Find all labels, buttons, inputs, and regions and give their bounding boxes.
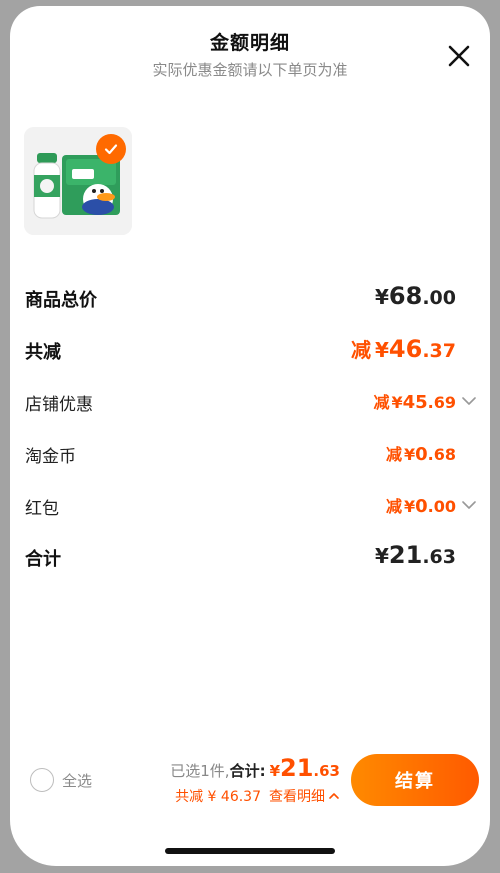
amount-detail-sheet: 金额明细 实际优惠金额请以下单页为准 商品总价 ¥ 68 .00 共减 减 ¥ … [10, 6, 490, 866]
checkout-button[interactable]: 结算 [351, 754, 479, 806]
currency-symbol: ¥ [391, 393, 403, 412]
shop-discount-value: 减 ¥ 45 .69 [373, 389, 456, 413]
amount-integer: 21 [388, 541, 423, 569]
currency-symbol: ¥ [375, 338, 389, 362]
footer-currency: ¥ [269, 762, 281, 780]
selected-checkmark-icon[interactable] [96, 134, 126, 164]
discount-prefix: 减 [385, 445, 402, 464]
total-discount-label: 共减 [25, 342, 61, 363]
discount-prefix: 减 [373, 393, 390, 412]
taojinbi-value: 减 ¥ 0 .68 [386, 441, 456, 465]
amount-integer: 0 [415, 496, 428, 517]
total-discount-value: 减 ¥ 46 .37 [351, 334, 456, 363]
row-total: 合计 ¥ 21 .63 [10, 541, 490, 571]
discount-prefix: 减 [385, 497, 402, 516]
amount-decimal: .37 [422, 340, 456, 362]
chevron-down-icon[interactable] [462, 396, 476, 406]
select-all-toggle[interactable]: 全选 [30, 768, 92, 792]
row-red-packet[interactable]: 红包 减 ¥ 0 .00 [10, 490, 490, 520]
chevron-down-icon[interactable] [462, 500, 476, 510]
row-taojinbi: 淘金币 减 ¥ 0 .68 [10, 438, 490, 468]
row-subtotal: 商品总价 ¥ 68 .00 [10, 282, 490, 312]
total-value: ¥ 21 .63 [375, 541, 456, 569]
sheet-subtitle: 实际优惠金额请以下单页为准 [152, 61, 348, 79]
amount-integer: 45 [402, 392, 428, 413]
taojinbi-label: 淘金币 [25, 447, 76, 467]
amount-integer: 68 [388, 282, 423, 310]
shop-discount-label: 店铺优惠 [25, 395, 93, 415]
footer-discount-text: 共减 ¥ 46.37 [175, 789, 261, 805]
footer-total-decimal: .63 [313, 762, 340, 780]
discount-prefix: 减 [351, 338, 371, 362]
amount-decimal: .00 [427, 497, 456, 516]
order-summary: 已选1件, 合计: ¥ 21 .63 共减 ¥ 46.37 查看明细 [170, 754, 340, 806]
summary-total-line: 已选1件, 合计: ¥ 21 .63 [170, 754, 340, 782]
view-detail-link[interactable]: 查看明细 [269, 786, 325, 806]
currency-symbol: ¥ [403, 497, 416, 516]
currency-symbol: ¥ [375, 544, 389, 568]
select-all-radio[interactable] [30, 768, 54, 792]
amount-decimal: .69 [427, 393, 456, 412]
amount-decimal: .68 [427, 445, 456, 464]
summary-discount-line[interactable]: 共减 ¥ 46.37 查看明细 [170, 786, 340, 806]
red-packet-value: 减 ¥ 0 .00 [386, 493, 456, 517]
currency-symbol: ¥ [375, 285, 389, 309]
chevron-up-icon[interactable] [328, 791, 340, 801]
select-all-label: 全选 [62, 771, 93, 790]
sheet-title: 金额明细 [209, 32, 290, 54]
amount-integer: 46 [388, 335, 423, 363]
subtotal-label: 商品总价 [25, 290, 97, 311]
close-icon[interactable] [446, 43, 472, 69]
sheet-header: 金额明细 实际优惠金额请以下单页为准 [10, 28, 490, 80]
home-indicator[interactable] [165, 848, 335, 854]
amount-decimal: .63 [422, 546, 456, 568]
amount-decimal: .00 [422, 287, 456, 309]
red-packet-label: 红包 [25, 499, 59, 519]
footer-total-integer: 21 [280, 754, 314, 782]
row-total-discount: 共减 减 ¥ 46 .37 [10, 334, 490, 364]
subtotal-value: ¥ 68 .00 [375, 282, 456, 310]
row-shop-discount[interactable]: 店铺优惠 减 ¥ 45 .69 [10, 386, 490, 416]
total-label: 合计 [25, 549, 61, 570]
amount-integer: 0 [415, 444, 428, 465]
currency-symbol: ¥ [403, 445, 416, 464]
selected-count: 已选1件, [170, 762, 230, 780]
total-label-footer: 合计: [229, 762, 266, 780]
